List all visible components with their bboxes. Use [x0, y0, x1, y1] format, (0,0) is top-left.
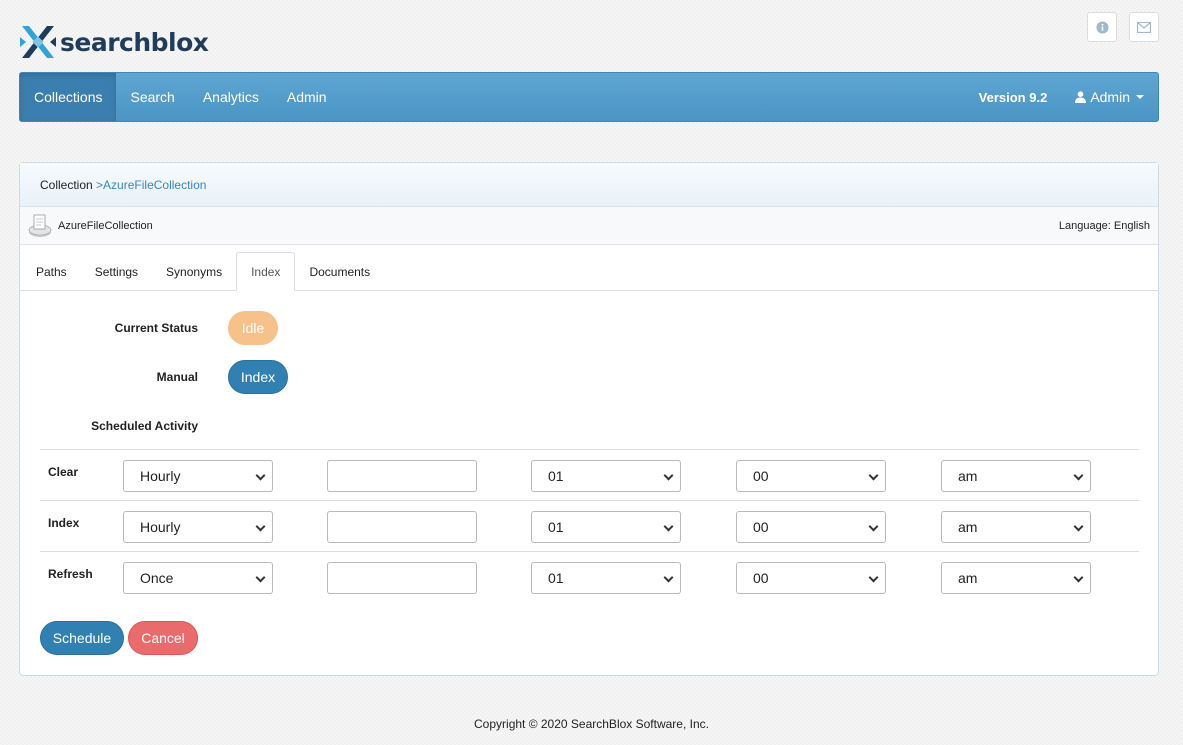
- hour-value: 01: [548, 519, 564, 535]
- tab-settings[interactable]: Settings: [81, 253, 152, 291]
- mail-icon: [1137, 21, 1151, 33]
- chevron-down-icon: [255, 470, 266, 481]
- chevron-down-icon: [663, 470, 674, 481]
- frequency-value: Hourly: [140, 519, 181, 535]
- minute-select[interactable]: 00: [736, 562, 886, 594]
- chevron-down-icon: [1073, 572, 1084, 583]
- breadcrumb-root[interactable]: Collection: [40, 178, 93, 192]
- ampm-value: am: [958, 570, 978, 586]
- caret-down-icon: [1136, 95, 1144, 99]
- collection-panel: Collection >AzureFileCollection AzureFil…: [19, 162, 1159, 676]
- chevron-down-icon: [868, 572, 879, 583]
- top-icon-bar: [1087, 12, 1159, 42]
- frequency-value: Once: [140, 570, 174, 586]
- nav-search[interactable]: Search: [116, 73, 188, 121]
- main-navbar: Collections Search Analytics Admin Versi…: [19, 72, 1159, 122]
- breadcrumb: Collection >AzureFileCollection: [20, 163, 1158, 207]
- frequency-select[interactable]: Once: [123, 562, 273, 594]
- ampm-select[interactable]: am: [941, 511, 1091, 543]
- chevron-down-icon: [868, 521, 879, 532]
- frequency-value: Hourly: [140, 468, 181, 484]
- tab-paths[interactable]: Paths: [22, 253, 81, 291]
- date-input[interactable]: [327, 460, 477, 492]
- collection-tabs: Paths Settings Synonyms Index Documents: [20, 245, 1158, 291]
- info-button[interactable]: [1087, 12, 1117, 42]
- chevron-down-icon: [868, 470, 879, 481]
- footer-copyright: Copyright © 2020 SearchBlox Software, In…: [474, 717, 709, 731]
- hour-select[interactable]: 01: [531, 460, 681, 492]
- searchblox-logo-icon: [20, 26, 56, 58]
- nav-right: Version 9.2 Admin: [979, 73, 1158, 121]
- chevron-down-icon: [663, 572, 674, 583]
- minute-select[interactable]: 00: [736, 511, 886, 543]
- index-form: Current Status Idle Manual Index Schedul…: [20, 291, 1158, 675]
- minute-select[interactable]: 00: [736, 460, 886, 492]
- chevron-down-icon: [255, 521, 266, 532]
- manual-index-button[interactable]: Index: [228, 360, 288, 394]
- frequency-select[interactable]: Hourly: [123, 460, 273, 492]
- user-menu-label: Admin: [1090, 89, 1130, 105]
- schedule-row-label: Clear: [48, 465, 79, 479]
- hour-select[interactable]: 01: [531, 511, 681, 543]
- user-icon: [1075, 91, 1087, 103]
- ampm-value: am: [958, 468, 978, 484]
- schedule-row-clear: Clear Hourly 01 00 am: [40, 449, 1139, 500]
- user-menu[interactable]: Admin: [1075, 89, 1144, 105]
- brand-name: searchblox: [60, 27, 209, 57]
- tab-synonyms[interactable]: Synonyms: [152, 253, 236, 291]
- file-collection-icon: [28, 214, 52, 237]
- hour-select[interactable]: 01: [531, 562, 681, 594]
- schedule-row-refresh: Refresh Once 01 00 am: [40, 551, 1139, 602]
- nav-collections[interactable]: Collections: [20, 73, 117, 121]
- hour-value: 01: [548, 570, 564, 586]
- schedule-row-label: Refresh: [48, 567, 93, 581]
- collection-language: Language: English: [1058, 219, 1150, 232]
- brand-logo[interactable]: searchblox: [20, 22, 209, 62]
- version-label: Version 9.2: [978, 89, 1048, 105]
- current-status-label: Current Status: [114, 321, 198, 335]
- breadcrumb-current[interactable]: >AzureFileCollection: [96, 178, 206, 192]
- minute-value: 00: [753, 570, 769, 586]
- chevron-down-icon: [1073, 521, 1084, 532]
- minute-value: 00: [753, 468, 769, 484]
- hour-value: 01: [548, 468, 564, 484]
- tab-index[interactable]: Index: [236, 252, 296, 291]
- schedule-row-label: Index: [48, 516, 80, 530]
- chevron-down-icon: [663, 521, 674, 532]
- manual-label: Manual: [156, 370, 198, 384]
- scheduled-activity-label: Scheduled Activity: [91, 419, 198, 433]
- cancel-button[interactable]: Cancel: [128, 621, 198, 655]
- ampm-value: am: [958, 519, 978, 535]
- nav-admin[interactable]: Admin: [273, 73, 341, 121]
- ampm-select[interactable]: am: [941, 460, 1091, 492]
- chevron-down-icon: [255, 572, 266, 583]
- info-icon: [1095, 20, 1109, 34]
- status-badge: Idle: [228, 311, 278, 345]
- chevron-down-icon: [1073, 470, 1084, 481]
- collection-name: AzureFileCollection: [58, 219, 153, 232]
- nav-analytics[interactable]: Analytics: [189, 73, 273, 121]
- frequency-select[interactable]: Hourly: [123, 511, 273, 543]
- mail-button[interactable]: [1129, 12, 1159, 42]
- minute-value: 00: [753, 519, 769, 535]
- date-input[interactable]: [327, 511, 477, 543]
- date-input[interactable]: [327, 562, 477, 594]
- schedule-row-index: Index Hourly 01 00 am: [40, 500, 1139, 551]
- tab-documents[interactable]: Documents: [295, 253, 384, 291]
- collection-info-bar: AzureFileCollection Language: English: [20, 207, 1158, 245]
- schedule-button[interactable]: Schedule: [40, 621, 124, 655]
- ampm-select[interactable]: am: [941, 562, 1091, 594]
- schedule-table: Clear Hourly 01 00 am Index Hourly 01 00…: [40, 449, 1139, 602]
